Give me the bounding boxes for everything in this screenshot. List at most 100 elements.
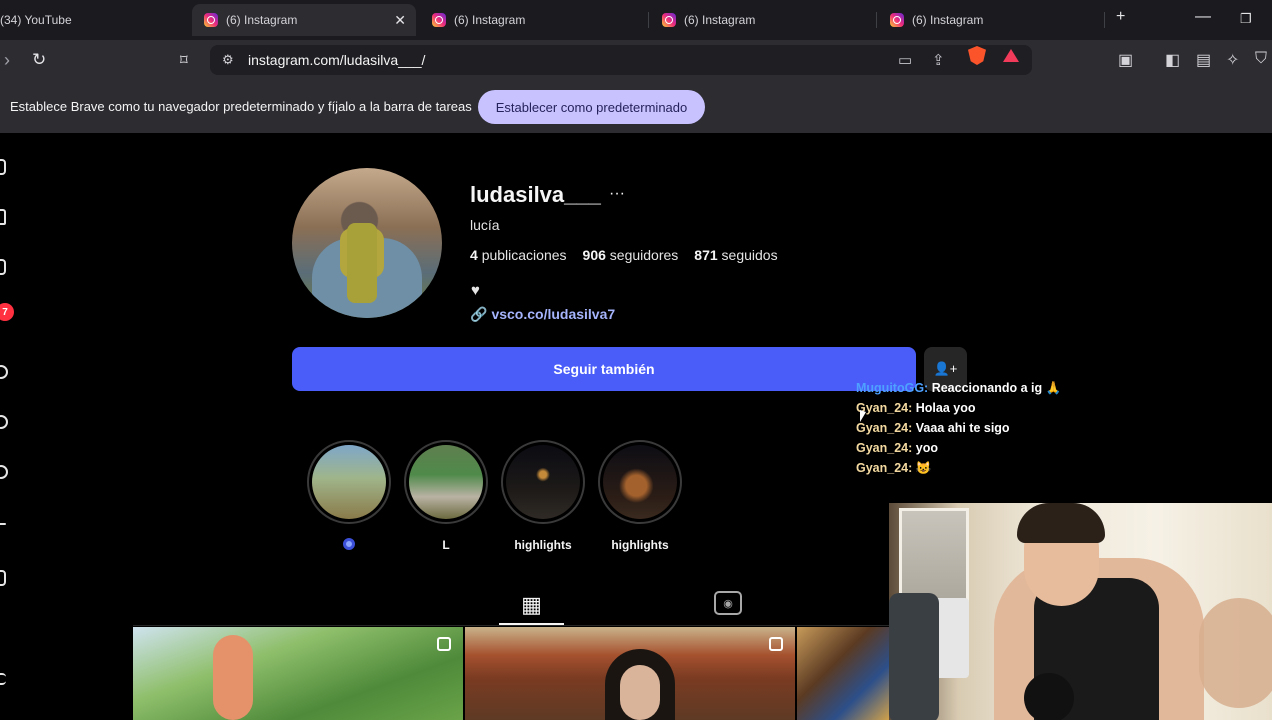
instagram-icon: [432, 13, 446, 27]
chat-text: Holaa yoo: [915, 401, 976, 415]
share-icon[interactable]: ⇪: [932, 51, 945, 69]
more-options-icon[interactable]: ···: [609, 185, 625, 203]
stream-chat-overlay: MuguitoGG: Reaccionando a ig 🙏 Gyan_24: …: [856, 378, 1061, 478]
following-stat[interactable]: 871 seguidos: [694, 247, 777, 263]
tab-title: (6) Instagram: [912, 13, 984, 27]
site-settings-icon[interactable]: ⚙: [222, 52, 234, 68]
highlight-label: highlights: [611, 538, 669, 552]
minimize-icon[interactable]: —: [1195, 8, 1211, 26]
post-thumbnail[interactable]: [133, 627, 463, 720]
explore-icon[interactable]: [0, 415, 8, 429]
post-thumbnail[interactable]: [797, 627, 889, 720]
default-browser-infobar: Establece Brave como tu navegador predet…: [0, 80, 1272, 133]
highlight-cover: [409, 445, 483, 519]
notification-badge: 7: [0, 303, 14, 321]
chat-text: Reaccionando a ig 🙏: [931, 381, 1062, 395]
tab-divider: [1104, 12, 1105, 28]
tab-divider: [876, 12, 877, 28]
url-text[interactable]: instagram.com/ludasilva___/: [248, 52, 425, 68]
profile-avatar[interactable]: [292, 168, 442, 318]
infobar-message: Establece Brave como tu navegador predet…: [10, 99, 472, 114]
story-highlight[interactable]: highlights: [501, 440, 585, 552]
vpn-icon[interactable]: ⛉: [1255, 50, 1267, 68]
instagram-icon: [204, 13, 218, 27]
toolbar: › ↻ ⌑ ⚙ instagram.com/ludasilva___/ ▭ ⇪ …: [0, 40, 1272, 80]
follow-back-button[interactable]: Seguir también: [292, 347, 916, 391]
instagram-icon: [662, 13, 676, 27]
tab-search-icon[interactable]: ▣: [1118, 50, 1133, 70]
leo-ai-icon[interactable]: ✧: [1226, 50, 1239, 70]
chat-text: 😺: [915, 461, 932, 475]
highlight-cover: [506, 445, 580, 519]
instagram-icon: [890, 13, 904, 27]
tab-title: (34) YouTube: [0, 13, 72, 27]
restore-icon[interactable]: ❐: [1240, 11, 1252, 27]
tab-title: (6) Instagram: [684, 13, 756, 27]
highlight-label-emoji: [343, 538, 355, 550]
mouse-cursor-icon: [860, 410, 866, 422]
tab-youtube[interactable]: (34) YouTube: [0, 4, 180, 36]
story-highlight[interactable]: L: [404, 440, 488, 552]
home-icon[interactable]: [0, 209, 6, 225]
profile-icon[interactable]: [0, 570, 6, 586]
carousel-icon: [769, 637, 783, 651]
bio-link-text[interactable]: vsco.co/ludasilva7: [491, 306, 615, 322]
chat-message: Gyan_24: Holaa yoo: [856, 398, 1061, 418]
posts-grid-tab[interactable]: ▦: [499, 585, 564, 625]
chat-message: Gyan_24: Vaaa ahi te sigo: [856, 418, 1061, 438]
set-default-button[interactable]: Establecer como predeterminado: [478, 90, 705, 124]
chat-message: Gyan_24: 😺: [856, 458, 1061, 478]
posts-stat: 4 publicaciones: [470, 247, 567, 263]
search-icon[interactable]: [0, 365, 8, 379]
reels-icon[interactable]: [0, 259, 6, 275]
tab-title: (6) Instagram: [454, 13, 526, 27]
bio-link[interactable]: 🔗 vsco.co/ludasilva7: [470, 306, 615, 323]
bookmark-icon[interactable]: ⌑: [180, 51, 188, 69]
active-tab-indicator: [499, 623, 564, 625]
new-tab-button[interactable]: +: [1116, 8, 1125, 26]
address-bar[interactable]: ⚙ instagram.com/ludasilva___/ ▭ ⇪: [210, 45, 1032, 75]
profile-full-name: lucía: [470, 217, 500, 233]
tab-instagram-4[interactable]: (6) Instagram: [890, 4, 1090, 36]
highlight-label: highlights: [514, 538, 572, 552]
chat-text: yoo: [915, 441, 938, 455]
highlight-cover: [603, 445, 677, 519]
tab-instagram-2[interactable]: (6) Instagram: [432, 4, 632, 36]
bio-heart-emoji: ♥: [471, 282, 480, 299]
wallet-icon[interactable]: ▤: [1196, 50, 1211, 70]
link-icon: 🔗: [470, 306, 488, 322]
tab-divider: [648, 12, 649, 28]
chat-username: Gyan_24:: [856, 441, 913, 455]
add-person-icon: 👤+: [933, 361, 958, 376]
highlight-label: L: [442, 538, 450, 552]
tab-instagram-3[interactable]: (6) Instagram: [662, 4, 862, 36]
post-thumbnail[interactable]: [465, 627, 795, 720]
chat-message: MuguitoGG: Reaccionando a ig 🙏: [856, 378, 1061, 398]
reload-icon[interactable]: ↻: [32, 50, 46, 70]
instagram-logo-icon[interactable]: [0, 159, 6, 175]
chat-message: Gyan_24: yoo: [856, 438, 1061, 458]
profile-username: ludasilva___: [470, 182, 601, 207]
tabs-divider: [133, 625, 893, 626]
microphone: [1024, 673, 1074, 720]
followers-stat[interactable]: 906 seguidores: [583, 247, 679, 263]
chat-username: Gyan_24:: [856, 421, 913, 435]
tab-title: (6) Instagram: [226, 13, 298, 27]
chat-username: MuguitoGG:: [856, 381, 929, 395]
story-highlight[interactable]: [307, 440, 391, 555]
profile-stats: 4 publicaciones 906 seguidores 871 segui…: [470, 247, 778, 263]
forward-icon[interactable]: ›: [4, 50, 10, 71]
tab-instagram-active[interactable]: (6) Instagram ✕: [192, 4, 416, 36]
webcam-overlay: [889, 503, 1272, 720]
menu-icon[interactable]: [0, 673, 6, 685]
story-highlight[interactable]: highlights: [598, 440, 682, 552]
cast-icon[interactable]: ▭: [898, 51, 912, 69]
brave-rewards-icon[interactable]: [1003, 49, 1019, 62]
carousel-icon: [437, 637, 451, 651]
tab-strip: (34) YouTube (6) Instagram ✕ (6) Instagr…: [0, 0, 1272, 40]
close-icon[interactable]: ✕: [394, 12, 406, 29]
sidebar-toggle-icon[interactable]: ◧: [1165, 50, 1180, 70]
messages-icon[interactable]: [0, 465, 8, 479]
tagged-tab[interactable]: ◉: [714, 591, 742, 615]
create-icon[interactable]: [0, 523, 6, 525]
